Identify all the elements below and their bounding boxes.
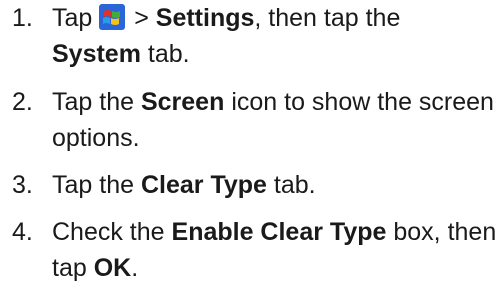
system-tab-label: System (52, 40, 141, 68)
step-text-separator: > (134, 4, 149, 32)
step-number: 3. (12, 171, 33, 199)
step-1: 1. Tap > Settings, then tap the System t… (12, 0, 504, 72)
step-text-end: tab. (147, 40, 190, 68)
enable-clear-type-label: Enable Clear Type (171, 218, 387, 246)
settings-label: Settings (155, 4, 255, 32)
step-number: 4. (12, 218, 33, 246)
step-text-pre: Check the (52, 218, 165, 246)
clear-type-tab-label: Clear Type (140, 171, 267, 199)
instruction-steps: 1. Tap > Settings, then tap the System t… (0, 0, 504, 297)
step-text: Check the Enable Clear Type box, then ta… (52, 214, 504, 286)
step-text-pre: Tap the (52, 171, 135, 199)
step-text: Tap the Screen icon to show the screen o… (52, 84, 504, 156)
screen-icon-label: Screen (140, 88, 225, 116)
step-text: Tap > Settings, then tap the System tab. (52, 0, 504, 72)
step-text-tap: Tap (52, 4, 93, 32)
step-4: 4. Check the Enable Clear Type box, then… (12, 214, 504, 286)
windows-start-icon (99, 4, 126, 30)
step-number: 1. (12, 4, 33, 32)
step-3: 3. Tap the Clear Type tab. (12, 167, 504, 203)
step-text-end: . (131, 254, 139, 282)
step-text-pre: Tap the (52, 88, 135, 116)
step-text: Tap the Clear Type tab. (52, 167, 504, 203)
step-text-mid: , then tap the (254, 4, 401, 32)
ok-label: OK (93, 254, 132, 282)
step-number: 2. (12, 88, 33, 116)
step-text-post: tab. (273, 171, 316, 199)
step-2: 2. Tap the Screen icon to show the scree… (12, 84, 504, 156)
